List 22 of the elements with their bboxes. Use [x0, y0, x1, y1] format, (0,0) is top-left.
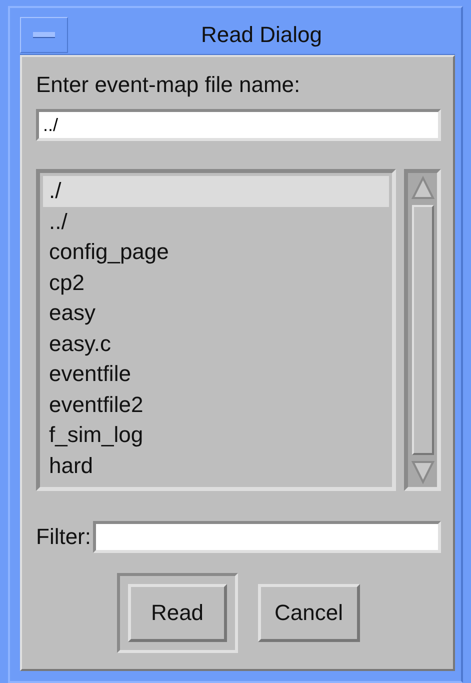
file-list-item[interactable]: easy — [43, 298, 389, 328]
filter-field[interactable] — [93, 521, 441, 553]
file-list-item[interactable]: ../ — [43, 206, 389, 237]
file-list-item[interactable]: easy.c — [43, 328, 389, 359]
file-list-item[interactable]: cp2 — [43, 268, 389, 298]
scroll-thumb[interactable] — [412, 205, 434, 455]
dialog-button[interactable]: Cancel — [258, 584, 360, 642]
file-list-item[interactable]: config_page — [43, 237, 389, 268]
scroll-down-icon[interactable] — [410, 459, 436, 485]
filter-label: Filter: — [36, 524, 91, 550]
window-title: Read Dialog — [200, 22, 324, 48]
file-name-field[interactable]: ../ — [36, 109, 441, 141]
file-list-item[interactable]: hard — [43, 450, 389, 481]
scroll-bar[interactable] — [404, 169, 441, 491]
prompt-label: Enter event-map file name: — [36, 71, 302, 99]
scroll-up-icon[interactable] — [410, 175, 436, 201]
file-list-item[interactable]: ./ — [43, 176, 389, 206]
window-menu-button[interactable] — [20, 17, 68, 53]
dialog-button[interactable]: Read — [128, 584, 227, 642]
file-list-item[interactable]: f_sim_log — [43, 420, 389, 450]
file-list-item[interactable]: eventfile2 — [43, 390, 389, 420]
file-list-item[interactable]: eventfile — [43, 359, 389, 390]
